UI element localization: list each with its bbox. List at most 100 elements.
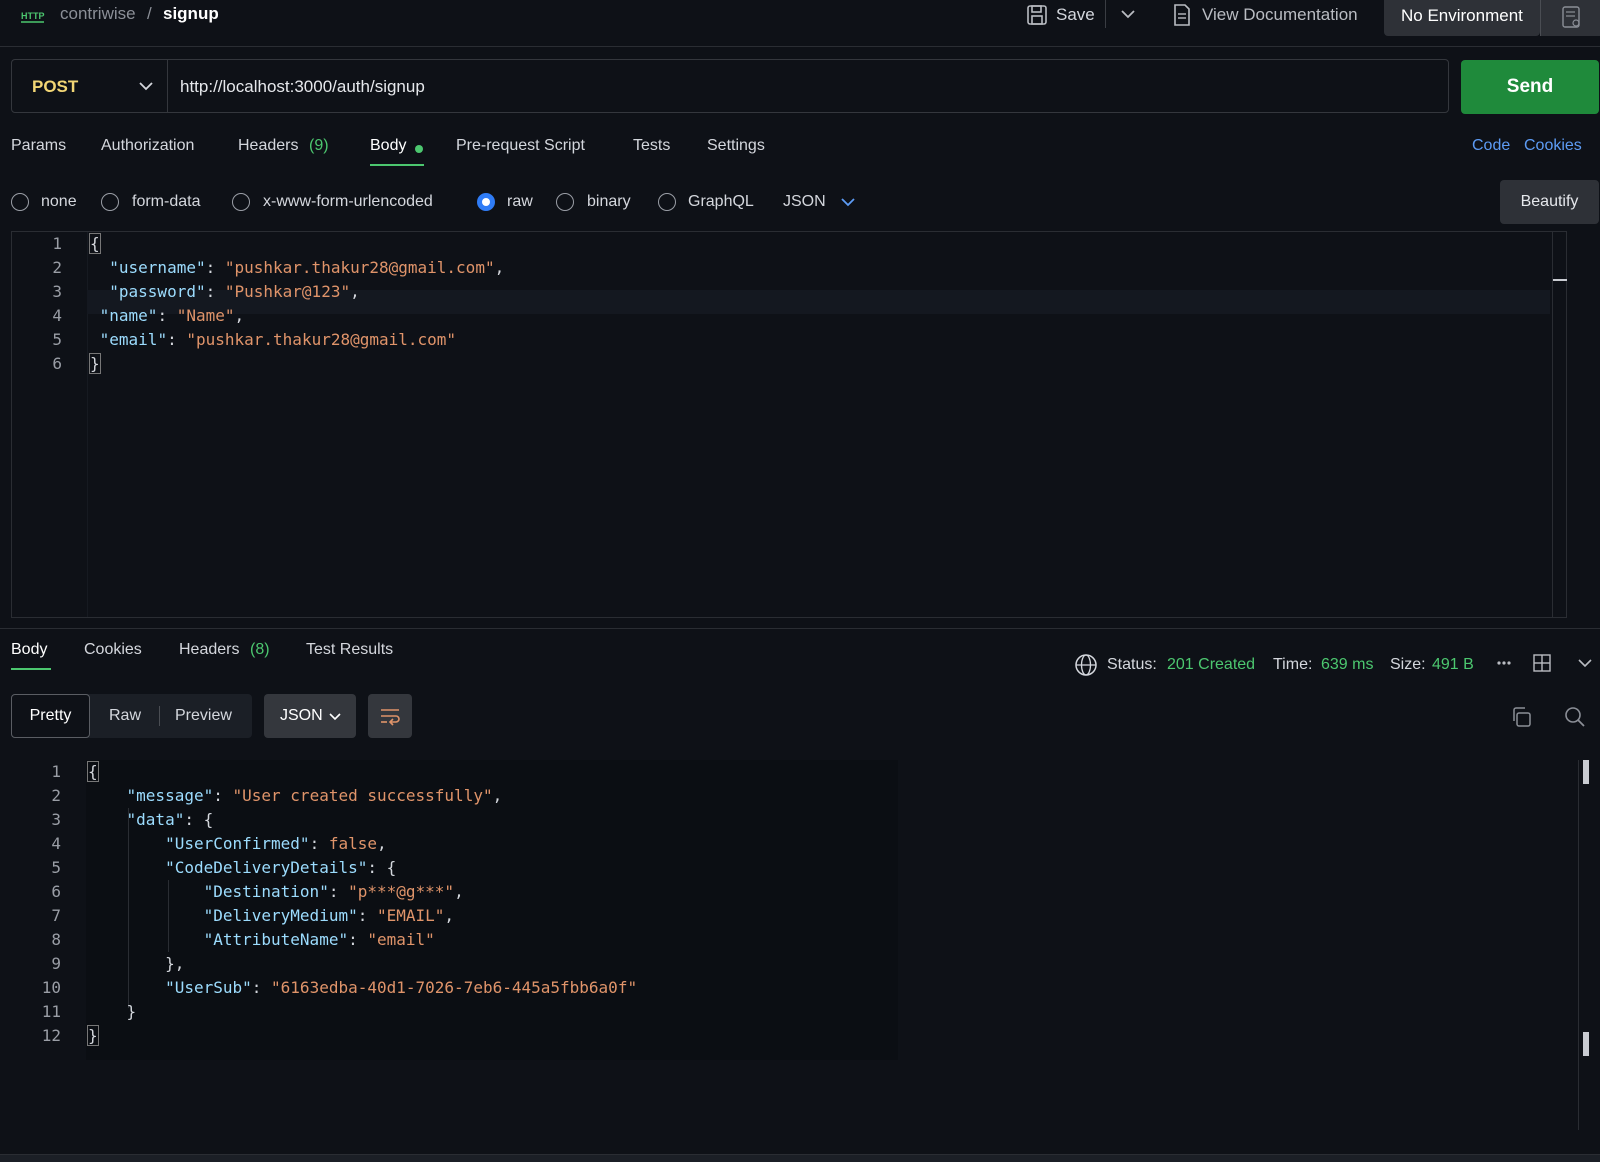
size-value[interactable]: 491 B xyxy=(1432,656,1474,674)
beautify-button[interactable]: Beautify xyxy=(1500,180,1599,224)
layout-toggle-icon[interactable] xyxy=(1532,653,1552,673)
tab-body[interactable]: Body xyxy=(370,137,406,155)
active-tab-indicator xyxy=(370,164,424,166)
radio-urlencoded[interactable] xyxy=(232,193,250,211)
pane-divider[interactable] xyxy=(0,628,1600,629)
response-tab-body[interactable]: Body xyxy=(11,641,47,659)
send-button[interactable]: Send xyxy=(1461,60,1599,114)
line-number: 7 xyxy=(51,906,61,925)
tab-authorization[interactable]: Authorization xyxy=(101,137,194,155)
request-body-editor[interactable]: 1 2 3 4 5 6 { "username": "pushkar.thaku… xyxy=(11,231,1567,618)
wrap-lines-button[interactable] xyxy=(368,694,412,738)
radio-form-data-label: form-data xyxy=(132,193,201,210)
status-label: Status: xyxy=(1107,656,1157,673)
line-number: 8 xyxy=(51,930,61,949)
json-value: "p***@g***" xyxy=(348,882,455,901)
line-numbers: 1 2 3 4 5 6 xyxy=(12,232,62,376)
radio-binary[interactable] xyxy=(556,193,574,211)
tab-tests[interactable]: Tests xyxy=(633,137,670,155)
cookies-link[interactable]: Cookies xyxy=(1524,137,1582,155)
line-number: 2 xyxy=(51,786,61,805)
response-tab-headers[interactable]: Headers xyxy=(179,641,239,659)
code-line: "password": "Pushkar@123", xyxy=(109,282,360,301)
json-key: "message" xyxy=(126,786,214,805)
line-number: 4 xyxy=(51,834,61,853)
code-line: "email": "pushkar.thakur28@gmail.com" xyxy=(99,330,457,349)
response-format-label: JSON xyxy=(280,707,323,724)
line-number: 6 xyxy=(51,882,61,901)
chevron-down-icon xyxy=(329,713,341,721)
svg-text:HTTP: HTTP xyxy=(21,11,45,21)
code-line: } xyxy=(89,353,101,374)
request-name[interactable]: signup xyxy=(163,4,219,24)
http-icon: HTTP xyxy=(20,6,46,26)
tab-settings[interactable]: Settings xyxy=(707,137,765,155)
json-key: "name" xyxy=(99,306,158,325)
json-value: "Pushkar@123" xyxy=(224,282,351,301)
globe-icon[interactable] xyxy=(1074,653,1098,677)
time-value[interactable]: 639 ms xyxy=(1321,656,1373,674)
json-value: "pushkar.thakur28@gmail.com" xyxy=(224,258,495,277)
scrollbar-marker xyxy=(1553,279,1567,281)
line-number: 5 xyxy=(52,330,62,349)
radio-none[interactable] xyxy=(11,193,29,211)
environment-selector[interactable]: No Environment xyxy=(1384,0,1540,36)
tab-prerequest-script[interactable]: Pre-request Script xyxy=(456,137,585,155)
response-body-viewer[interactable]: 1 2 3 4 5 6 7 8 9 10 11 12 { "message": … xyxy=(0,760,1600,1130)
line-number: 3 xyxy=(52,282,62,301)
code-link[interactable]: Code xyxy=(1472,137,1510,155)
pretty-button[interactable]: Pretty xyxy=(11,694,90,738)
divider xyxy=(159,706,160,726)
response-tab-cookies[interactable]: Cookies xyxy=(84,641,142,659)
method-dropdown[interactable]: POST xyxy=(12,60,168,112)
view-documentation-button[interactable]: View Documentation xyxy=(1202,5,1358,25)
line-number: 5 xyxy=(51,858,61,877)
environment-label: No Environment xyxy=(1401,6,1523,25)
radio-binary-label: binary xyxy=(587,193,631,210)
chevron-down-icon[interactable] xyxy=(1578,658,1592,668)
radio-none-label: none xyxy=(41,193,77,210)
line-number: 6 xyxy=(52,354,62,373)
json-key: "UserSub" xyxy=(165,978,252,997)
wrap-icon xyxy=(381,709,400,726)
time-label: Time: xyxy=(1273,656,1313,673)
scrollbar-track[interactable] xyxy=(1552,232,1553,617)
tab-headers[interactable]: Headers xyxy=(238,137,298,155)
document-icon xyxy=(1173,3,1191,27)
status-value[interactable]: 201 Created xyxy=(1167,656,1255,674)
code-content: { "username": "pushkar.thakur28@gmail.co… xyxy=(89,232,504,376)
body-modified-dot xyxy=(415,145,423,153)
save-icon[interactable] xyxy=(1026,4,1048,26)
environment-quick-look[interactable] xyxy=(1541,0,1600,36)
radio-form-data[interactable] xyxy=(101,193,119,211)
body-format-dropdown[interactable]: JSON xyxy=(783,193,826,211)
radio-raw[interactable] xyxy=(477,193,495,211)
raw-button[interactable]: Raw xyxy=(109,707,141,725)
json-key: "Destination" xyxy=(203,882,329,901)
tab-params[interactable]: Params xyxy=(11,137,66,155)
copy-icon[interactable] xyxy=(1510,706,1532,728)
scrollbar-track[interactable] xyxy=(1578,760,1579,1130)
response-format-dropdown[interactable]: JSON xyxy=(264,694,356,738)
line-numbers: 1 2 3 4 5 6 7 8 9 10 11 12 xyxy=(11,760,61,1048)
response-tab-test-results[interactable]: Test Results xyxy=(306,641,393,659)
search-icon[interactable] xyxy=(1564,706,1586,728)
chevron-down-icon[interactable] xyxy=(1120,8,1136,20)
radio-raw-label: raw xyxy=(507,193,533,210)
radio-graphql[interactable] xyxy=(658,193,676,211)
scrollbar-thumb[interactable] xyxy=(1583,760,1589,784)
url-input[interactable]: http://localhost:3000/auth/signup xyxy=(180,77,425,97)
scrollbar-thumb[interactable] xyxy=(1583,1032,1589,1056)
more-options-icon[interactable] xyxy=(1496,660,1512,666)
breadcrumb-collection[interactable]: contriwise xyxy=(60,4,136,24)
preview-button[interactable]: Preview xyxy=(175,707,232,725)
chevron-down-icon[interactable] xyxy=(841,197,855,207)
line-number: 1 xyxy=(51,762,61,781)
line-number: 9 xyxy=(51,954,61,973)
response-headers-count: (8) xyxy=(250,641,270,658)
radio-graphql-label: GraphQL xyxy=(688,193,754,210)
save-button[interactable]: Save xyxy=(1056,5,1095,25)
json-key: "password" xyxy=(109,282,206,301)
eye-icon xyxy=(1562,6,1580,28)
json-key: "username" xyxy=(109,258,206,277)
